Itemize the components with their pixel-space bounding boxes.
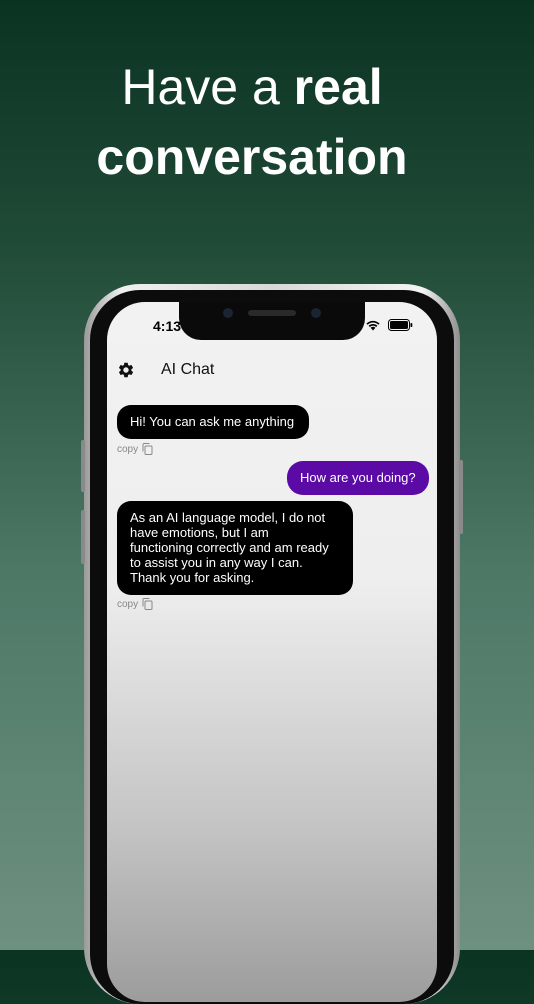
volume-button	[81, 510, 85, 564]
battery-icon	[388, 319, 413, 331]
assistant-message-bubble: As an AI language model, I do not have e…	[117, 501, 353, 595]
app-title: AI Chat	[161, 361, 215, 378]
app-bar: AI Chat	[107, 358, 437, 388]
message-line: Thank you for asking.	[130, 570, 255, 585]
headline-bold: real	[293, 59, 383, 115]
copy-label: copy	[117, 598, 139, 610]
status-time: 4:13	[153, 318, 182, 334]
user-message-bubble: How are you doing?	[287, 461, 429, 495]
message-line: functioning correctly and am ready	[130, 540, 329, 555]
message-line: As an AI language model, I do not	[130, 510, 326, 525]
phone-screen: 4:13 AI Chat Hi! You can ask me anything…	[107, 302, 437, 1002]
status-icons	[365, 319, 413, 331]
copy-icon	[142, 598, 153, 610]
message-line: to assist you in any way I can.	[130, 555, 303, 570]
copy-label: copy	[117, 443, 139, 455]
notch	[179, 302, 365, 340]
gear-icon[interactable]	[117, 361, 135, 379]
mute-switch	[81, 440, 85, 492]
front-camera	[223, 308, 233, 318]
headline-line-1: Have a real	[0, 62, 504, 132]
earpiece-speaker	[248, 310, 296, 316]
copy-button[interactable]: copy	[117, 598, 153, 610]
proximity-sensor	[311, 308, 321, 318]
copy-button[interactable]: copy	[117, 443, 153, 455]
headline: Have a real conversation	[0, 62, 504, 182]
message-text: Hi! You can ask me anything	[130, 414, 295, 429]
power-button	[459, 460, 463, 534]
headline-regular: Have a	[121, 59, 294, 115]
wifi-icon	[366, 320, 380, 331]
copy-icon	[142, 443, 153, 455]
assistant-message-bubble: Hi! You can ask me anything	[117, 405, 309, 439]
message-line: have emotions, but I am	[130, 525, 269, 540]
headline-line-2: conversation	[96, 129, 408, 185]
message-text: How are you doing?	[300, 470, 416, 485]
